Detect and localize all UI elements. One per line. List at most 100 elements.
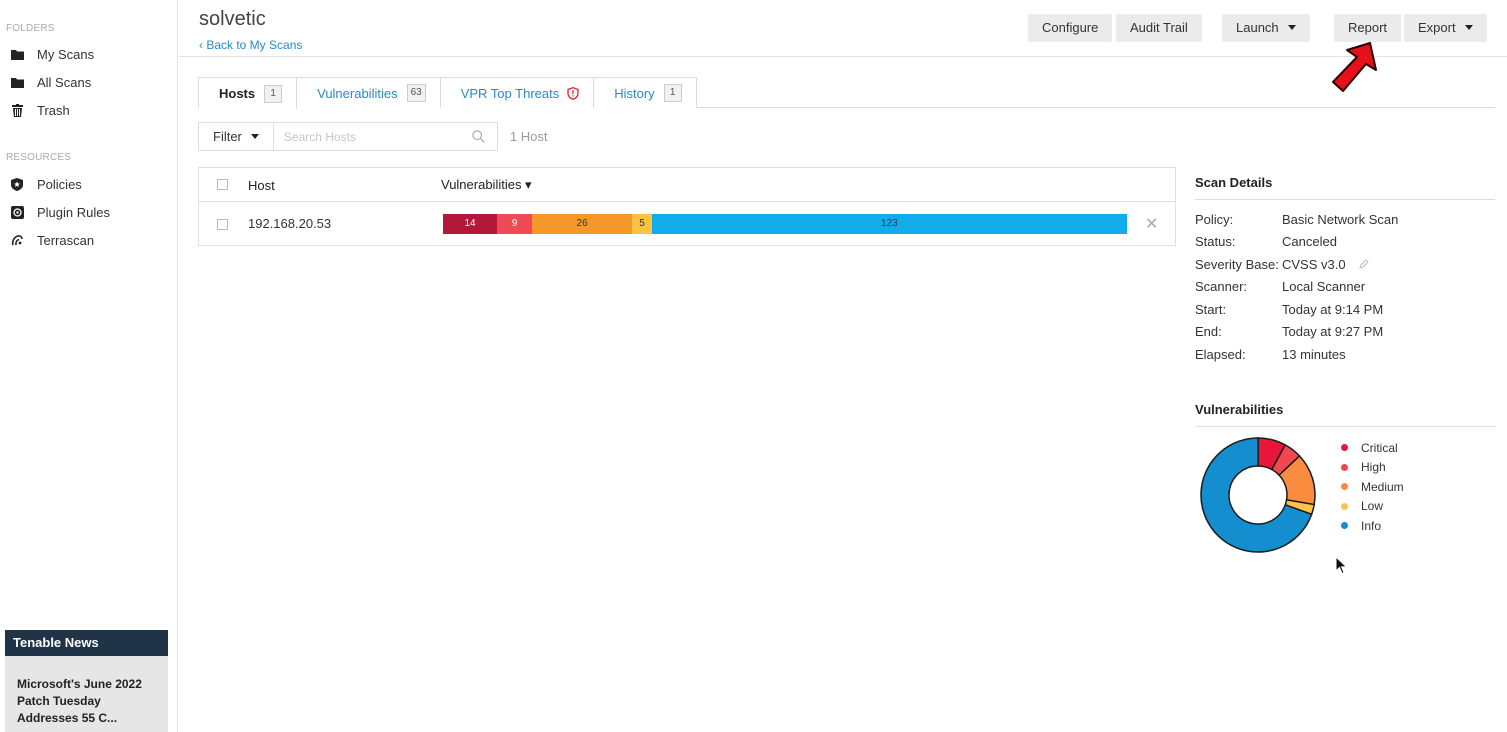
filter-label: Filter <box>213 129 242 144</box>
sidebar-item-label: My Scans <box>37 46 95 62</box>
detail-key: Policy: <box>1195 211 1234 227</box>
detail-row-start: Start: Today at 9:14 PM <box>1195 298 1495 321</box>
detail-value: Today at 9:14 PM <box>1282 301 1384 317</box>
launch-button-label: Launch <box>1236 20 1279 35</box>
audit-trail-button[interactable]: Audit Trail <box>1116 14 1202 42</box>
chevron-down-icon <box>1287 25 1296 30</box>
detail-value: Canceled <box>1282 234 1337 250</box>
export-button[interactable]: Export <box>1404 14 1487 42</box>
sidebar-item-label: Trash <box>37 102 70 118</box>
folders-section-label: FOLDERS <box>6 23 55 34</box>
severity-segment-medium[interactable]: 26 <box>531 214 633 234</box>
vulnerabilities-chart-heading: Vulnerabilities <box>1195 402 1495 427</box>
column-header-vulnerabilities[interactable]: Vulnerabilities ▾ <box>441 177 532 193</box>
severity-segment-low[interactable]: 5 <box>632 214 652 234</box>
launch-button[interactable]: Launch <box>1222 14 1310 42</box>
sidebar-item-terrascan[interactable]: Terrascan <box>0 226 177 254</box>
legend-label: Medium <box>1361 479 1404 494</box>
export-button-label: Export <box>1418 20 1456 35</box>
tab-vulnerabilities[interactable]: Vulnerabilities 63 <box>296 77 441 108</box>
tab-label: History <box>614 85 655 101</box>
scan-details-panel: Scan Details Policy: Basic Network Scan S… <box>1195 175 1495 366</box>
edit-pencil-icon[interactable] <box>1358 258 1370 270</box>
sidebar-item-label: Plugin Rules <box>37 204 110 220</box>
detail-row-status: Status: Canceled <box>1195 231 1495 254</box>
legend-label: Critical <box>1361 440 1398 455</box>
resources-section-label: RESOURCES <box>6 152 72 163</box>
folder-icon <box>10 47 24 61</box>
tab-label: VPR Top Threats <box>460 85 560 101</box>
detail-value: CVSS v3.0 <box>1282 256 1346 272</box>
detail-row-elapsed: Elapsed: 13 minutes <box>1195 343 1495 366</box>
tab-badge: 63 <box>406 84 426 102</box>
filter-dropdown[interactable]: Filter <box>198 122 274 151</box>
tenable-news-heading: Tenable News <box>5 630 168 656</box>
mouse-cursor-icon <box>1335 556 1348 575</box>
scan-details-heading: Scan Details <box>1195 175 1495 200</box>
detail-value: Basic Network Scan <box>1282 211 1399 227</box>
row-checkbox[interactable] <box>217 219 228 230</box>
sidebar-item-policies[interactable]: Policies <box>0 170 177 198</box>
tab-history[interactable]: History 1 <box>593 77 697 108</box>
sidebar-item-label: Terrascan <box>37 232 95 248</box>
detail-value: Local Scanner <box>1282 279 1366 295</box>
legend-item-medium[interactable]: Medium <box>1341 477 1404 497</box>
severity-segment-high[interactable]: 9 <box>497 214 532 234</box>
vulnerabilities-donut-chart[interactable] <box>1198 435 1318 555</box>
search-box <box>273 122 498 151</box>
host-ip[interactable]: 192.168.20.53 <box>248 216 331 231</box>
vpr-shield-icon <box>567 86 579 100</box>
configure-button[interactable]: Configure <box>1028 14 1113 42</box>
legend-label: Low <box>1361 499 1384 514</box>
tab-vpr-top-threats[interactable]: VPR Top Threats <box>439 77 595 108</box>
scan-tabs: Hosts 1 Vulnerabilities 63 VPR Top Threa… <box>198 77 697 109</box>
detail-key: End: <box>1195 324 1222 340</box>
detail-row-policy: Policy: Basic Network Scan <box>1195 208 1495 231</box>
report-button[interactable]: Report <box>1334 14 1402 42</box>
detail-key: Status: <box>1195 234 1236 250</box>
search-icon[interactable] <box>472 130 485 143</box>
tenable-news-item[interactable]: Microsoft's June 2022 Patch Tuesday Addr… <box>5 656 168 727</box>
tab-hosts[interactable]: Hosts 1 <box>198 77 298 109</box>
delete-host-icon[interactable]: ✕ <box>1145 214 1158 234</box>
sidebar-item-plugin-rules[interactable]: Plugin Rules <box>0 198 177 226</box>
sidebar-item-trash[interactable]: Trash <box>0 96 177 124</box>
back-to-my-scans-link[interactable]: ‹ Back to My Scans <box>199 38 302 52</box>
tab-badge: 1 <box>663 84 682 102</box>
legend-item-high[interactable]: High <box>1341 458 1404 478</box>
sidebar-item-my-scans[interactable]: My Scans <box>0 40 177 68</box>
page-header: solvetic ‹ Back to My Scans Configure Au… <box>179 0 1507 57</box>
column-header-host[interactable]: Host <box>248 178 275 193</box>
tenable-news-panel: Tenable News Microsoft's June 2022 Patch… <box>5 630 168 732</box>
sidebar-item-all-scans[interactable]: All Scans <box>0 68 177 96</box>
table-row[interactable]: 192.168.20.53 14 9 26 5 123 ✕ <box>199 202 1175 246</box>
annotation-arrow-icon <box>1332 42 1377 92</box>
tab-badge: 1 <box>264 84 283 103</box>
detail-value: Today at 9:27 PM <box>1282 324 1384 340</box>
sidebar-item-label: All Scans <box>37 74 92 90</box>
policy-shield-icon <box>10 177 24 191</box>
legend-dot <box>1341 502 1348 510</box>
legend-dot <box>1341 463 1348 471</box>
legend-dot <box>1341 522 1348 530</box>
severity-segment-critical[interactable]: 14 <box>443 214 498 234</box>
filter-bar: Filter 1 Host <box>198 122 547 151</box>
severity-segment-info[interactable]: 123 <box>651 214 1127 234</box>
chevron-down-icon <box>250 134 259 139</box>
select-all-checkbox[interactable] <box>217 179 228 190</box>
legend-item-info[interactable]: Info <box>1341 516 1404 536</box>
trash-icon <box>10 103 24 117</box>
legend-label: Info <box>1361 518 1382 533</box>
detail-key: Start: <box>1195 301 1227 317</box>
legend-item-critical[interactable]: Critical <box>1341 438 1404 458</box>
legend-label: High <box>1361 460 1386 475</box>
folder-icon <box>10 75 24 89</box>
detail-key: Elapsed: <box>1195 346 1246 362</box>
search-hosts-input[interactable] <box>273 123 497 150</box>
legend-dot <box>1341 483 1348 491</box>
chevron-down-icon <box>1464 25 1473 30</box>
table-header: Host Vulnerabilities ▾ <box>199 168 1175 202</box>
detail-key: Severity Base: <box>1195 256 1279 272</box>
host-count: 1 Host <box>509 129 548 144</box>
legend-item-low[interactable]: Low <box>1341 497 1404 517</box>
